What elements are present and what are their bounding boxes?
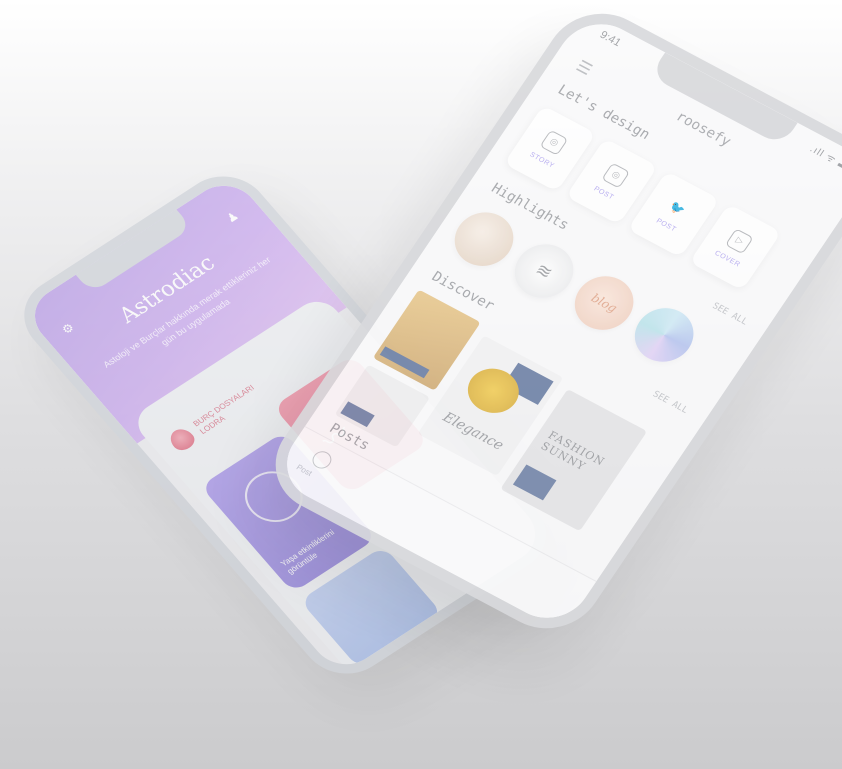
design-card-label: POST <box>592 185 616 201</box>
cat-sketch-icon: ≋ <box>531 259 557 283</box>
tile-title-elegance: Elegance <box>439 409 507 454</box>
status-icons: .ıll ᯤ ▬ <box>807 143 842 174</box>
status-time: 9:41 <box>597 29 624 50</box>
instagram-icon: ◎ <box>601 162 631 189</box>
mockup-stage: ⚙ ♟ Astrodiac Astoloji ve Burçlar hakkın… <box>0 0 842 769</box>
highlight-item[interactable] <box>623 298 705 372</box>
see-all-highlights-link[interactable]: SEE ALL <box>710 301 749 327</box>
instagram-icon: ◎ <box>539 129 569 156</box>
design-card-label: STORY <box>528 151 556 170</box>
tile-block <box>512 464 557 501</box>
twitter-icon: 🐦 <box>667 198 689 218</box>
see-all-discover-link[interactable]: SEE ALL <box>651 390 690 416</box>
highlight-item[interactable] <box>443 202 525 276</box>
highlight-item[interactable]: blog <box>563 266 645 340</box>
tile-block <box>340 401 375 428</box>
youtube-icon: ▷ <box>725 227 755 254</box>
tile-label-strip <box>379 346 430 379</box>
post-tab-label: Post <box>294 462 314 478</box>
highlight-script: blog <box>588 290 620 316</box>
highlight-item[interactable]: ≋ <box>503 234 585 308</box>
post-tab-icon[interactable] <box>308 448 335 472</box>
design-card-label: POST <box>655 217 678 233</box>
tile-title-fashion: FASHION SUNNY <box>538 428 608 474</box>
design-card-label: COVER <box>713 249 742 269</box>
